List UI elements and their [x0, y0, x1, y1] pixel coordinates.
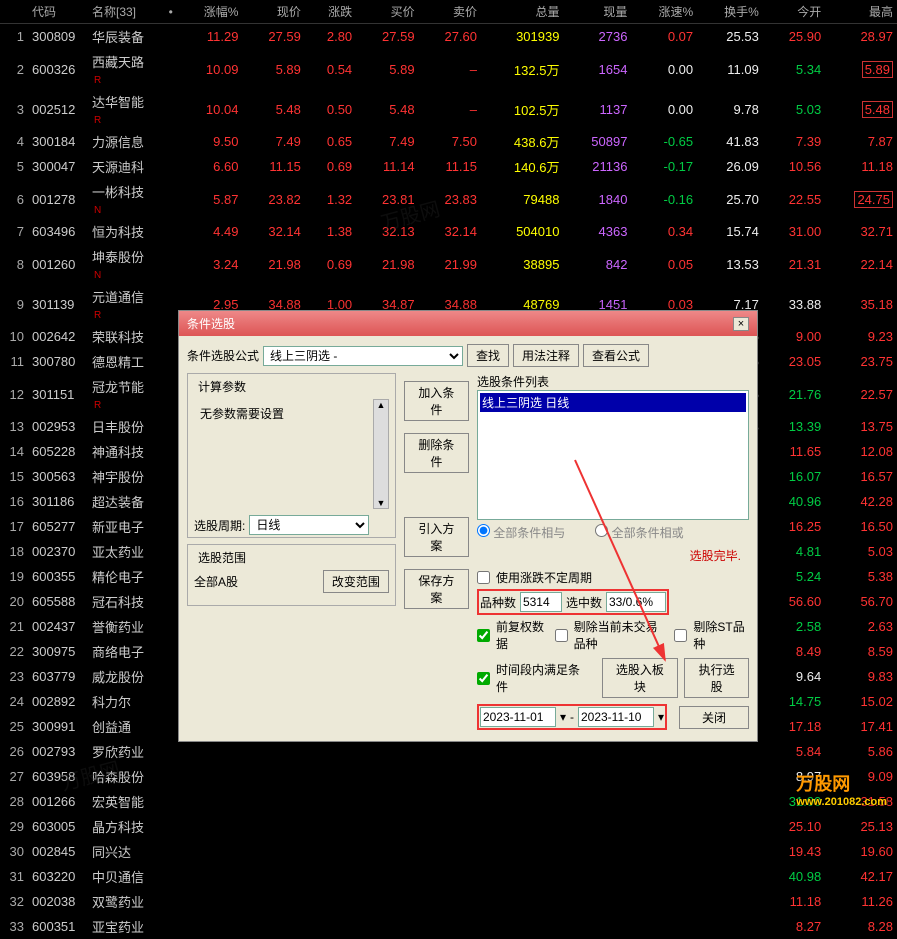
find-button[interactable]: 查找 [467, 344, 509, 367]
selected-value [606, 592, 666, 612]
table-row[interactable]: 7603496恒为科技4.4932.141.3832.1332.14504010… [0, 219, 897, 244]
table-row[interactable]: 6001278一彬科技 N5.8723.821.3223.8123.837948… [0, 179, 897, 219]
table-header[interactable]: 代码名称[33]•涨幅%现价涨跌买价卖价总量现量涨速%换手%今开最高 [0, 0, 897, 24]
excl-notrade-checkbox[interactable] [555, 629, 568, 642]
table-row[interactable]: 1300809华辰装备11.2927.592.8027.5927.6030193… [0, 24, 897, 50]
params-title: 计算参数 [194, 378, 250, 395]
view-formula-button[interactable]: 查看公式 [583, 344, 649, 367]
period-label: 选股周期: [194, 517, 245, 534]
fq-checkbox[interactable] [477, 629, 490, 642]
count-label: 品种数 [480, 594, 516, 611]
add-condition-button[interactable]: 加入条件 [404, 381, 469, 421]
formula-label: 条件选股公式 [187, 347, 259, 364]
filter-dialog: 条件选股 × 条件选股公式 线上三阴选 - 查找 用法注释 查看公式 计算参数 … [178, 310, 758, 742]
excl-st-checkbox[interactable] [674, 629, 687, 642]
radio-and[interactable]: 全部条件相与 [477, 524, 565, 541]
table-row[interactable]: 5300047天源迪科6.6011.150.6911.1411.15140.6万… [0, 154, 897, 179]
close-icon[interactable]: × [733, 317, 749, 331]
save-plan-button[interactable]: 保存方案 [404, 569, 469, 609]
usage-button[interactable]: 用法注释 [513, 344, 579, 367]
table-row[interactable]: 33600351亚宝药业8.278.28 [0, 914, 897, 939]
table-row[interactable]: 31603220中贝通信40.9842.17 [0, 864, 897, 889]
dialog-titlebar[interactable]: 条件选股 × [179, 311, 757, 336]
import-plan-button[interactable]: 引入方案 [404, 517, 469, 557]
dialog-title: 条件选股 [187, 315, 235, 332]
condition-list-title: 选股条件列表 [477, 373, 749, 390]
selected-label: 选中数 [566, 594, 602, 611]
table-row[interactable]: 4300184力源信息9.507.490.657.497.50438.6万508… [0, 129, 897, 154]
table-row[interactable]: 32002038双鹭药业11.1811.26 [0, 889, 897, 914]
range-text: 全部A股 [194, 573, 319, 590]
table-row[interactable]: 2600326西藏天路 R10.095.890.545.89–132.5万165… [0, 49, 897, 89]
change-range-button[interactable]: 改变范围 [323, 570, 389, 593]
radio-or[interactable]: 全部条件相或 [595, 524, 683, 541]
params-text: 无参数需要设置 [194, 399, 373, 509]
period-select[interactable]: 日线 [249, 515, 369, 535]
params-scrollbar[interactable]: ▲▼ [373, 399, 389, 509]
del-condition-button[interactable]: 删除条件 [404, 433, 469, 473]
count-value [520, 592, 562, 612]
close-button[interactable]: 关闭 [679, 706, 749, 729]
brand-logo: 万股网 www.201082.com [796, 770, 887, 808]
table-row[interactable]: 8001260坤泰股份 N3.2421.980.6921.9821.993889… [0, 244, 897, 284]
table-row[interactable]: 28001266宏英智能31.0031.58 [0, 789, 897, 814]
condition-listbox[interactable]: 线上三阴选 日线 [477, 390, 749, 520]
date-from-input[interactable] [480, 707, 556, 727]
nofixed-checkbox[interactable] [477, 571, 490, 584]
table-row[interactable]: 27603958哈森股份8.979.09 [0, 764, 897, 789]
timerange-checkbox[interactable] [477, 672, 490, 685]
to-block-button[interactable]: 选股入板块 [602, 658, 679, 698]
formula-select[interactable]: 线上三阴选 - [263, 346, 463, 366]
status-text: 选股完毕. [477, 545, 749, 566]
nofixed-label: 使用涨跌不定周期 [496, 569, 592, 586]
table-row[interactable]: 3002512达华智能 R10.045.480.505.48–102.5万113… [0, 89, 897, 129]
exec-button[interactable]: 执行选股 [684, 658, 749, 698]
dropdown-icon[interactable]: ▾ [658, 710, 664, 724]
date-to-input[interactable] [578, 707, 654, 727]
range-title: 选股范围 [194, 549, 250, 566]
dropdown-icon[interactable]: ▾ [560, 710, 566, 724]
table-row[interactable]: 26002793罗欣药业5.845.86 [0, 739, 897, 764]
list-item[interactable]: 线上三阴选 日线 [480, 393, 746, 412]
table-row[interactable]: 30002845同兴达19.4319.60 [0, 839, 897, 864]
